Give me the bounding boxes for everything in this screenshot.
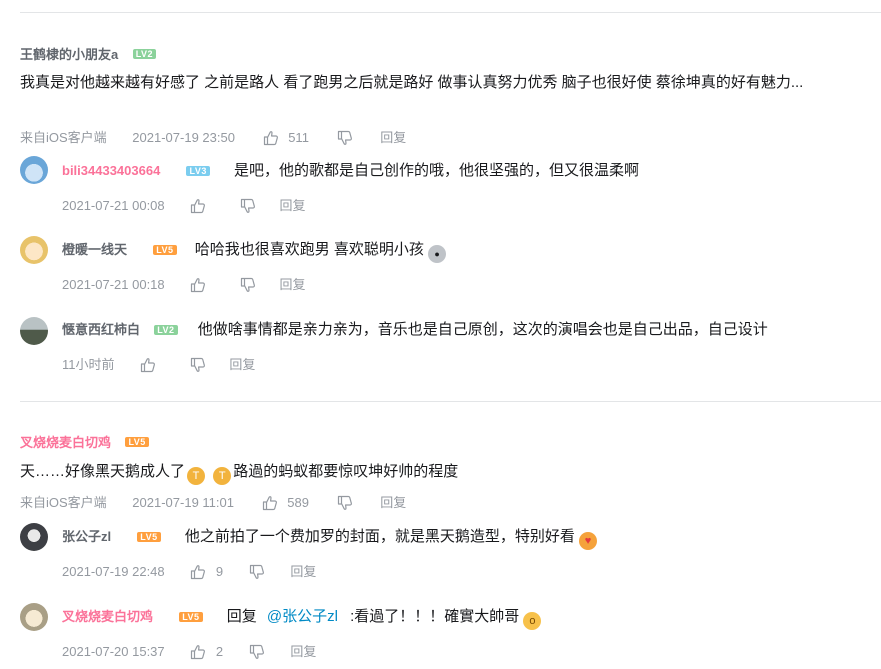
dislike-icon[interactable] bbox=[240, 277, 256, 293]
reply-button[interactable]: 回复 bbox=[229, 355, 255, 375]
like-count: 2 bbox=[215, 643, 224, 659]
comment-text: 天……好像黑天鹅成人了 T T 路過的蚂蚁都要惊叹坤好帅的程度 bbox=[20, 460, 881, 485]
reply-author[interactable]: 惬意西红柿白 bbox=[62, 319, 140, 341]
reply-button[interactable]: 回复 bbox=[280, 196, 306, 216]
reply-button[interactable]: 回复 bbox=[380, 493, 406, 513]
reply-author[interactable]: bili34433403664 bbox=[62, 160, 160, 182]
reply-text: 他之前拍了一个费加罗的封面，就是黑天鹅造型，特别好看 bbox=[184, 528, 575, 546]
like-count: 511 bbox=[288, 129, 309, 145]
level-badge: LV3 bbox=[186, 166, 210, 177]
heart-eyes-emoji-icon: ♥ bbox=[579, 532, 597, 550]
comment-text: 我真是对他越来越有好感了 之前是路人 看了跑男之后就是路好 做事认真努力优秀 脑… bbox=[20, 74, 804, 91]
like-icon[interactable] bbox=[190, 644, 206, 660]
dislike-icon[interactable] bbox=[240, 198, 256, 214]
reply-item: 张公子zl LV5 他之前拍了一个费加罗的封面，就是黑天鹅造型，特别好看 ♥ bbox=[62, 526, 881, 550]
comment-text-part: 天……好像黑天鹅成人了 bbox=[20, 463, 186, 480]
level-badge: LV5 bbox=[179, 612, 203, 623]
like-icon[interactable] bbox=[263, 130, 279, 146]
like-icon[interactable] bbox=[190, 564, 206, 580]
timestamp: 2021-07-19 23:50 bbox=[132, 129, 235, 145]
comment-meta: 来自iOS客户端 2021-07-19 23:50 511 回复 bbox=[20, 127, 881, 147]
reply-meta: 2021-07-20 15:37 2 回复 bbox=[62, 641, 881, 661]
reply-text: 哈哈我也很喜欢跑男 喜欢聪明小孩 bbox=[194, 241, 424, 259]
reply-item: bili34433403664 LV3 是吧，他的歌都是自己创作的哦，他很坚强的… bbox=[62, 160, 881, 182]
like-count: 9 bbox=[215, 563, 224, 579]
comment-author[interactable]: 王鹤棣的小朋友a bbox=[20, 44, 118, 63]
comment-text-part: 路過的蚂蚁都要惊叹坤好帅的程度 bbox=[233, 463, 459, 480]
like-icon[interactable] bbox=[190, 277, 206, 293]
crying-emoji-icon: T bbox=[187, 467, 206, 485]
reply-meta: 2021-07-21 00:08 回复 bbox=[62, 195, 881, 215]
reply-meta: 2021-07-19 22:48 9 回复 bbox=[62, 561, 881, 581]
timestamp: 2021-07-21 00:08 bbox=[62, 197, 165, 213]
reply-text: 是吧，他的歌都是自己创作的哦，他很坚强的，但又很温柔啊 bbox=[234, 162, 640, 180]
reply-meta: 11小时前 回复 bbox=[62, 354, 881, 374]
level-badge: LV5 bbox=[153, 245, 177, 256]
client-label: 来自iOS客户端 bbox=[20, 129, 107, 145]
reply-button[interactable]: 回复 bbox=[290, 642, 316, 662]
comment-1: 王鹤棣的小朋友a LV2 bbox=[20, 44, 881, 62]
level-badge: LV2 bbox=[154, 325, 178, 336]
reply-button[interactable]: 回复 bbox=[380, 128, 406, 148]
like-count: 589 bbox=[287, 494, 309, 510]
like-icon[interactable] bbox=[140, 357, 156, 373]
shocked-emoji-icon: o bbox=[523, 612, 542, 630]
reply-author[interactable]: 叉烧烧麦白切鸡 bbox=[62, 606, 153, 628]
emoji-icon: ● bbox=[428, 245, 447, 263]
reply-item: 叉烧烧麦白切鸡 LV5 回复 @张公子zl :看過了！！！確實大帥哥 o bbox=[62, 606, 881, 630]
reply-button[interactable]: 回复 bbox=[280, 275, 306, 295]
dislike-icon[interactable] bbox=[337, 495, 353, 511]
client-label: 来自iOS客户端 bbox=[20, 494, 107, 510]
level-badge: LV5 bbox=[125, 436, 149, 447]
comment-divider bbox=[20, 401, 881, 402]
reply-button[interactable]: 回复 bbox=[290, 562, 316, 582]
comment-2: 叉烧烧麦白切鸡 LV5 bbox=[20, 432, 881, 450]
like-icon[interactable] bbox=[262, 495, 278, 511]
avatar[interactable] bbox=[20, 236, 48, 264]
dislike-icon[interactable] bbox=[190, 357, 206, 373]
dislike-icon[interactable] bbox=[249, 644, 265, 660]
comment-meta: 来自iOS客户端 2021-07-19 11:01 589 回复 bbox=[20, 492, 881, 512]
reply-prefix: 回复 bbox=[226, 608, 257, 626]
reply-meta: 2021-07-21 00:18 回复 bbox=[62, 274, 881, 294]
timestamp: 2021-07-21 00:18 bbox=[62, 276, 165, 292]
comment-author[interactable]: 叉烧烧麦白切鸡 bbox=[20, 432, 111, 451]
timestamp: 11小时前 bbox=[62, 356, 115, 372]
level-badge: LV5 bbox=[137, 532, 161, 543]
dislike-icon[interactable] bbox=[337, 130, 353, 146]
avatar[interactable] bbox=[20, 603, 48, 631]
avatar[interactable] bbox=[20, 156, 48, 184]
avatar[interactable] bbox=[20, 317, 48, 345]
reply-item: 橙暖一线天 LV5 哈哈我也很喜欢跑男 喜欢聪明小孩 ● bbox=[62, 239, 881, 263]
reply-author[interactable]: 橙暖一线天 bbox=[62, 239, 127, 261]
dislike-icon[interactable] bbox=[249, 564, 265, 580]
avatar[interactable] bbox=[20, 523, 48, 551]
mention-link[interactable]: @张公子zl bbox=[267, 608, 338, 625]
timestamp: 2021-07-20 15:37 bbox=[62, 643, 165, 659]
level-badge: LV2 bbox=[132, 48, 157, 59]
crying-emoji-icon: T bbox=[213, 467, 232, 485]
reply-author[interactable]: 张公子zl bbox=[62, 526, 111, 548]
reply-item: 惬意西红柿白 LV2 他做啥事情都是亲力亲为，音乐也是自己原创，这次的演唱会也是… bbox=[62, 319, 881, 341]
top-divider bbox=[20, 12, 881, 13]
like-icon[interactable] bbox=[190, 198, 206, 214]
timestamp: 2021-07-19 11:01 bbox=[132, 494, 234, 510]
reply-text: 他做啥事情都是亲力亲为，音乐也是自己原创，这次的演唱会也是自己出品，自己设计 bbox=[197, 321, 768, 339]
timestamp: 2021-07-19 22:48 bbox=[62, 563, 165, 579]
reply-text: :看過了！！！確實大帥哥 bbox=[350, 608, 520, 626]
